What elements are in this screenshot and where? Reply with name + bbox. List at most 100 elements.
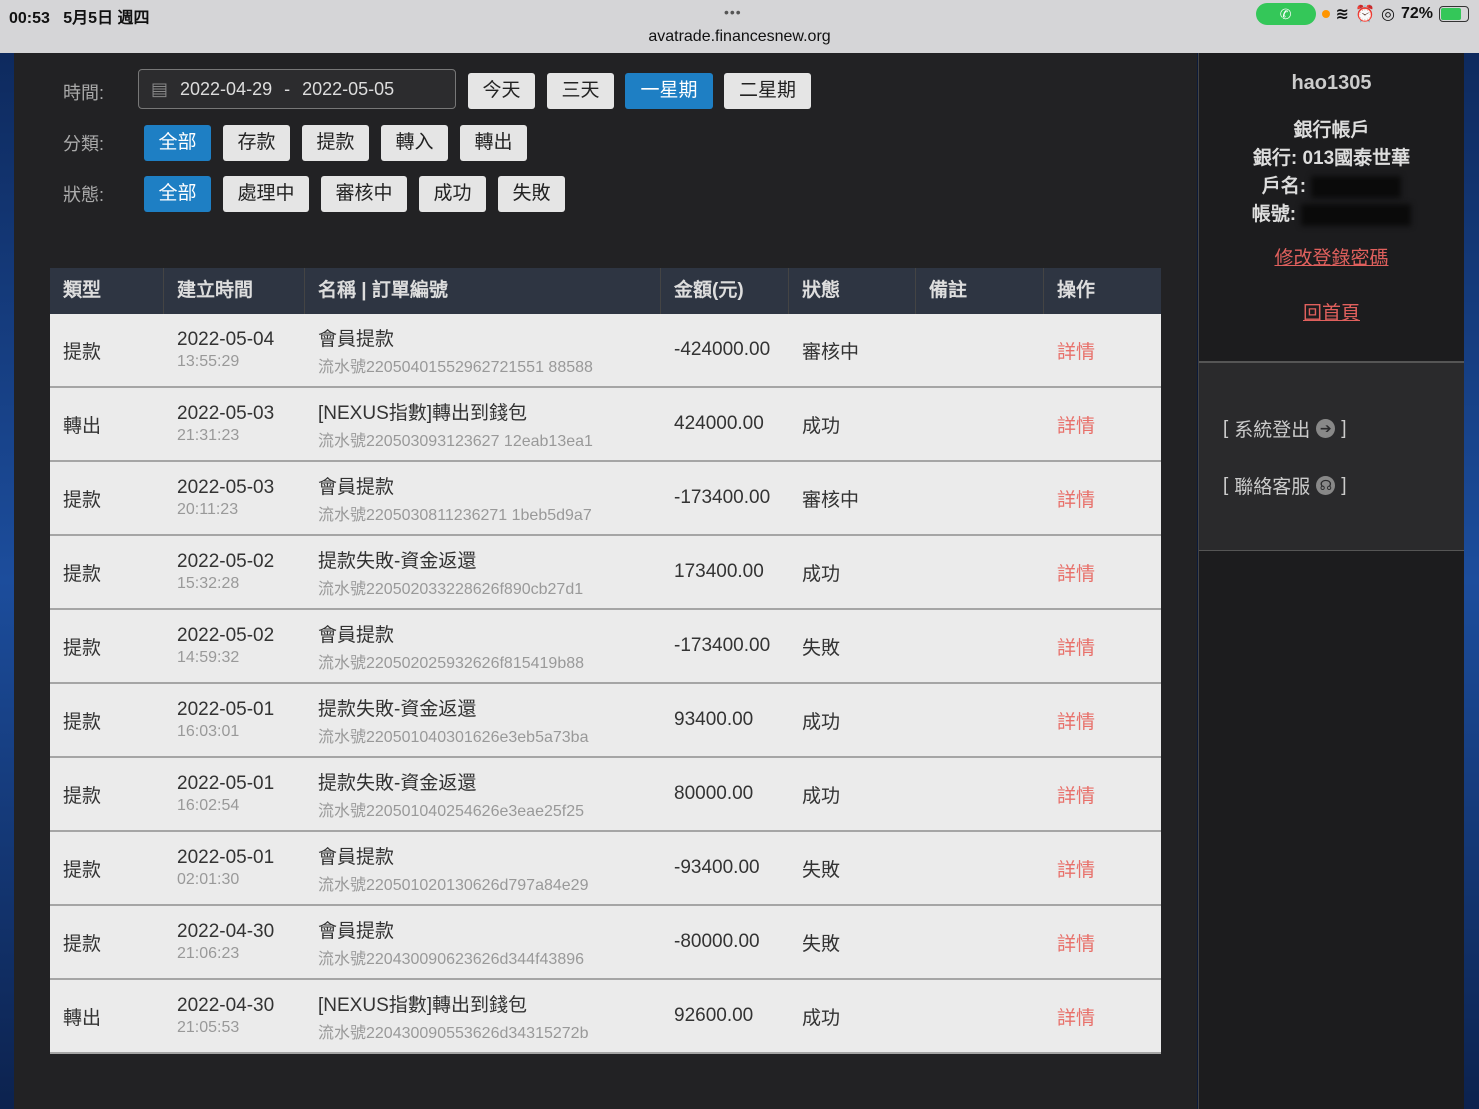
row-type: 轉出 <box>63 1007 102 1029</box>
row-amount: 93400.00 <box>674 709 754 730</box>
table-row: 提款 2022-04-30 21:06:23 會員提款 流水號22043009062… <box>50 906 1161 980</box>
row-type: 提款 <box>63 563 102 585</box>
row-amount: 92600.00 <box>674 1005 754 1026</box>
time-1week-button[interactable]: 一星期 <box>625 73 713 109</box>
details-link[interactable]: 詳情 <box>1057 411 1161 438</box>
row-serial: 流水號220430090623626d344f43896 <box>318 950 585 968</box>
row-type: 提款 <box>63 711 102 733</box>
row-date: 2022-05-01 <box>177 847 275 868</box>
status-filter-label: 狀態: <box>63 185 105 205</box>
category-withdraw-button[interactable]: 提款 <box>302 125 369 161</box>
redacted-block <box>1301 203 1412 226</box>
home-link[interactable]: 回首頁 <box>1199 298 1464 325</box>
row-amount: -93400.00 <box>674 857 760 878</box>
details-link[interactable]: 詳情 <box>1057 1003 1161 1030</box>
col-type: 類型 <box>50 268 164 314</box>
change-password-link[interactable]: 修改登錄密碼 <box>1199 243 1464 270</box>
wifi-icon: ≋ <box>1335 6 1350 23</box>
row-date: 2022-04-30 <box>177 995 275 1016</box>
status-success-button[interactable]: 成功 <box>419 176 486 212</box>
support-link[interactable]: [聯絡客服 ☊] <box>1223 472 1464 499</box>
rotation-lock-icon: ◎ <box>1381 6 1395 23</box>
time-today-button[interactable]: 今天 <box>468 73 535 109</box>
row-serial: 流水號220501040254626e3eae25f25 <box>318 802 585 820</box>
transactions-table: 類型 建立時間 名稱 | 訂單編號 金額(元) 狀態 備註 操作 提款 2022… <box>50 268 1161 1054</box>
redacted-block <box>1311 175 1402 198</box>
logout-link[interactable]: [系統登出 ➔] <box>1223 415 1464 442</box>
mic-indicator-icon <box>1321 10 1330 18</box>
details-link[interactable]: 詳情 <box>1057 855 1161 882</box>
row-status: 成功 <box>802 711 841 733</box>
row-serial: 流水號220503093123627 12eab13ea1 <box>318 432 593 450</box>
category-deposit-button[interactable]: 存款 <box>223 125 290 161</box>
calendar-icon: ▤ <box>151 78 169 99</box>
status-failed-button[interactable]: 失敗 <box>498 176 565 212</box>
phone-call-icon[interactable]: ✆ <box>1255 3 1316 25</box>
row-date: 2022-05-03 <box>177 477 275 498</box>
clock: 00:53 5月5日 週四 <box>9 10 150 27</box>
details-link[interactable]: 詳情 <box>1057 559 1161 586</box>
details-link[interactable]: 詳情 <box>1057 337 1161 364</box>
tab-dots[interactable]: ••• <box>724 4 742 20</box>
details-link[interactable]: 詳情 <box>1057 707 1161 734</box>
table-row: 提款 2022-05-01 16:03:01 提款失敗-資金返還 流水號220501… <box>50 684 1161 758</box>
bank-account-title: 銀行帳戶 <box>1293 120 1370 141</box>
details-link[interactable]: 詳情 <box>1057 929 1161 956</box>
row-status: 成功 <box>802 785 841 807</box>
row-status: 失敗 <box>802 859 841 881</box>
row-time: 21:06:23 <box>177 945 240 962</box>
status-all-button[interactable]: 全部 <box>144 176 211 212</box>
row-name: 會員提款 <box>318 846 395 868</box>
battery-icon <box>1439 6 1469 22</box>
row-note <box>916 314 1044 386</box>
time-2weeks-button[interactable]: 二星期 <box>724 73 811 109</box>
row-date: 2022-04-30 <box>177 921 275 942</box>
row-name: 會員提款 <box>318 920 395 942</box>
row-note <box>916 610 1044 682</box>
category-transfer-in-button[interactable]: 轉入 <box>381 125 448 161</box>
row-note <box>916 388 1044 460</box>
row-status: 成功 <box>802 1007 841 1029</box>
col-name: 名稱 | 訂單編號 <box>305 268 661 314</box>
url-bar[interactable]: avatrade.financesnew.org <box>0 28 1479 46</box>
row-note <box>916 980 1044 1052</box>
account-holder: 戶名: <box>1199 173 1464 201</box>
col-amount: 金額(元) <box>661 268 789 314</box>
row-type: 提款 <box>63 637 102 659</box>
status-bar: 00:53 5月5日 週四 ••• avatrade.financesnew.o… <box>0 0 1479 53</box>
row-amount: 80000.00 <box>674 783 754 804</box>
category-filter-label: 分類: <box>63 134 105 154</box>
table-row: 提款 2022-05-03 20:11:23 會員提款 流水號22050308112… <box>50 462 1161 536</box>
row-date: 2022-05-01 <box>177 773 275 794</box>
row-note <box>916 758 1044 830</box>
row-status: 審核中 <box>802 341 860 363</box>
row-note <box>916 684 1044 756</box>
row-time: 02:01:30 <box>177 871 240 888</box>
row-amount: -173400.00 <box>674 635 771 656</box>
row-type: 轉出 <box>63 415 102 437</box>
details-link[interactable]: 詳情 <box>1057 781 1161 808</box>
date-to[interactable]: 2022-05-05 <box>302 79 394 100</box>
status-processing-button[interactable]: 處理中 <box>223 176 309 212</box>
table-row: 轉出 2022-05-03 21:31:23 [NEXUS指數]轉出到錢包 流水號2… <box>50 388 1161 462</box>
row-time: 16:02:54 <box>177 797 240 814</box>
details-link[interactable]: 詳情 <box>1057 633 1161 660</box>
username: hao1305 <box>1291 72 1372 94</box>
status-reviewing-button[interactable]: 審核中 <box>321 176 407 212</box>
row-serial: 流水號220502025932626f815419b88 <box>318 654 585 672</box>
date-from[interactable]: 2022-04-29 <box>180 79 272 100</box>
row-serial: 流水號220501020130626d797a84e29 <box>318 876 589 894</box>
date-range-input[interactable]: ▤ 2022-04-29 - 2022-05-05 <box>138 69 456 109</box>
row-type: 提款 <box>63 859 102 881</box>
alarm-icon: ⏰ <box>1355 6 1375 23</box>
row-name: 會員提款 <box>318 476 395 498</box>
category-transfer-out-button[interactable]: 轉出 <box>460 125 527 161</box>
row-time: 15:32:28 <box>177 575 240 592</box>
category-all-button[interactable]: 全部 <box>144 125 211 161</box>
row-status: 成功 <box>802 415 841 437</box>
row-type: 提款 <box>63 489 102 511</box>
row-date: 2022-05-02 <box>177 625 275 646</box>
time-3days-button[interactable]: 三天 <box>547 73 614 109</box>
row-note <box>916 832 1044 904</box>
details-link[interactable]: 詳情 <box>1057 485 1161 512</box>
